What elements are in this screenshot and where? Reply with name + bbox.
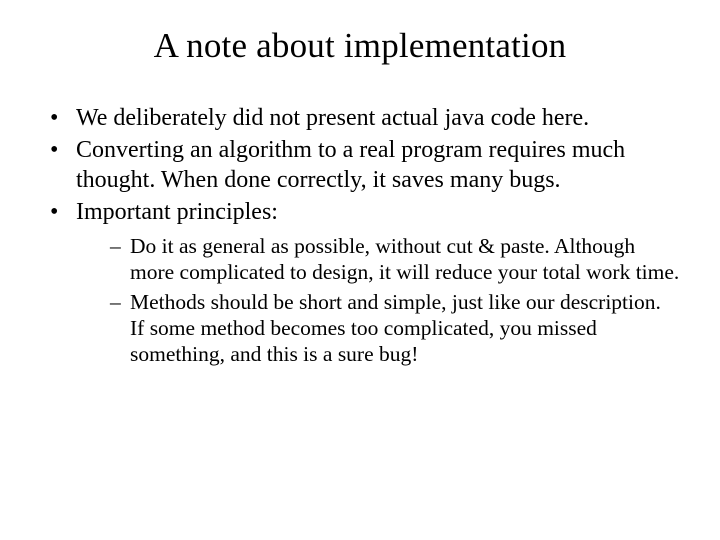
sub-bullet-text: Do it as general as possible, without cu… [130, 234, 679, 284]
bullet-text: Important principles: [76, 199, 278, 225]
sub-bullet-item: Methods should be short and simple, just… [110, 289, 680, 368]
sub-bullet-text: Methods should be short and simple, just… [130, 290, 661, 366]
slide-title: A note about implementation [40, 26, 680, 66]
bullet-item: Converting an algorithm to a real progra… [50, 136, 680, 195]
bullet-text: Converting an algorithm to a real progra… [76, 137, 625, 192]
bullet-item: We deliberately did not present actual j… [50, 104, 680, 133]
sub-bullet-list: Do it as general as possible, without cu… [76, 233, 680, 367]
bullet-text: We deliberately did not present actual j… [76, 105, 589, 131]
bullet-item: Important principles: Do it as general a… [50, 198, 680, 367]
bullet-list: We deliberately did not present actual j… [40, 104, 680, 367]
sub-bullet-item: Do it as general as possible, without cu… [110, 233, 680, 285]
slide: A note about implementation We deliberat… [0, 0, 720, 540]
